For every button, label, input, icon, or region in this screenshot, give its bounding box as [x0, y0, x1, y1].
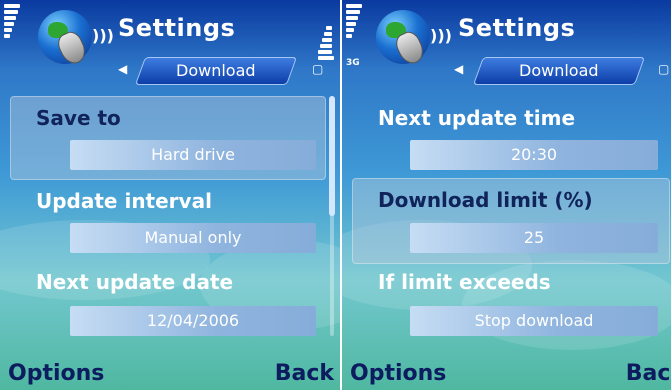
signal-waves-icon: ))) [92, 26, 114, 45]
save-to-field[interactable]: Hard drive [70, 140, 316, 170]
setting-label-save-to: Save to [36, 106, 121, 130]
download-limit-field[interactable]: 25 [410, 223, 658, 253]
signal-strength-icon [4, 4, 20, 40]
phone-screen-left: ))) Settings ◀ Download ▢ Save to Hard d… [0, 0, 340, 390]
next-update-time-field[interactable]: 20:30 [410, 140, 658, 170]
globe-satellite-dish-icon [38, 10, 92, 68]
next-update-date-field[interactable]: 12/04/2006 [70, 306, 316, 336]
arrow-left-icon[interactable]: ◀ [118, 62, 127, 76]
signal-waves-icon: ))) [430, 26, 452, 45]
phone-screen-right: 3G ))) Settings ◀ Download ▢ Next update… [342, 0, 671, 390]
tab-download[interactable]: Download [134, 57, 298, 85]
globe-satellite-dish-icon [376, 10, 430, 68]
back-softkey[interactable]: Back [626, 361, 671, 386]
signal-strength-icon [346, 4, 362, 40]
arrow-left-icon[interactable]: ◀ [454, 62, 463, 76]
network-type-label: 3G [346, 58, 360, 68]
update-interval-field[interactable]: Manual only [70, 223, 316, 253]
battery-icon [318, 26, 334, 62]
if-limit-exceeds-field[interactable]: Stop download [410, 306, 658, 336]
options-softkey[interactable]: Options [8, 361, 104, 386]
page-title: Settings [118, 14, 236, 42]
tab-download[interactable]: Download [472, 57, 646, 85]
options-softkey[interactable]: Options [350, 361, 446, 386]
scrollbar-thumb[interactable] [329, 96, 335, 216]
setting-label-next-update-time: Next update time [378, 106, 576, 130]
setting-label-update-interval: Update interval [36, 189, 212, 213]
setting-label-next-update-date: Next update date [36, 270, 234, 294]
page-title: Settings [458, 14, 576, 42]
setting-label-download-limit: Download limit (%) [378, 188, 593, 212]
arrow-right-icon[interactable]: ▢ [658, 62, 669, 76]
back-softkey[interactable]: Back [275, 361, 334, 386]
setting-label-if-limit-exceeds: If limit exceeds [378, 270, 551, 294]
arrow-right-icon[interactable]: ▢ [312, 62, 323, 76]
